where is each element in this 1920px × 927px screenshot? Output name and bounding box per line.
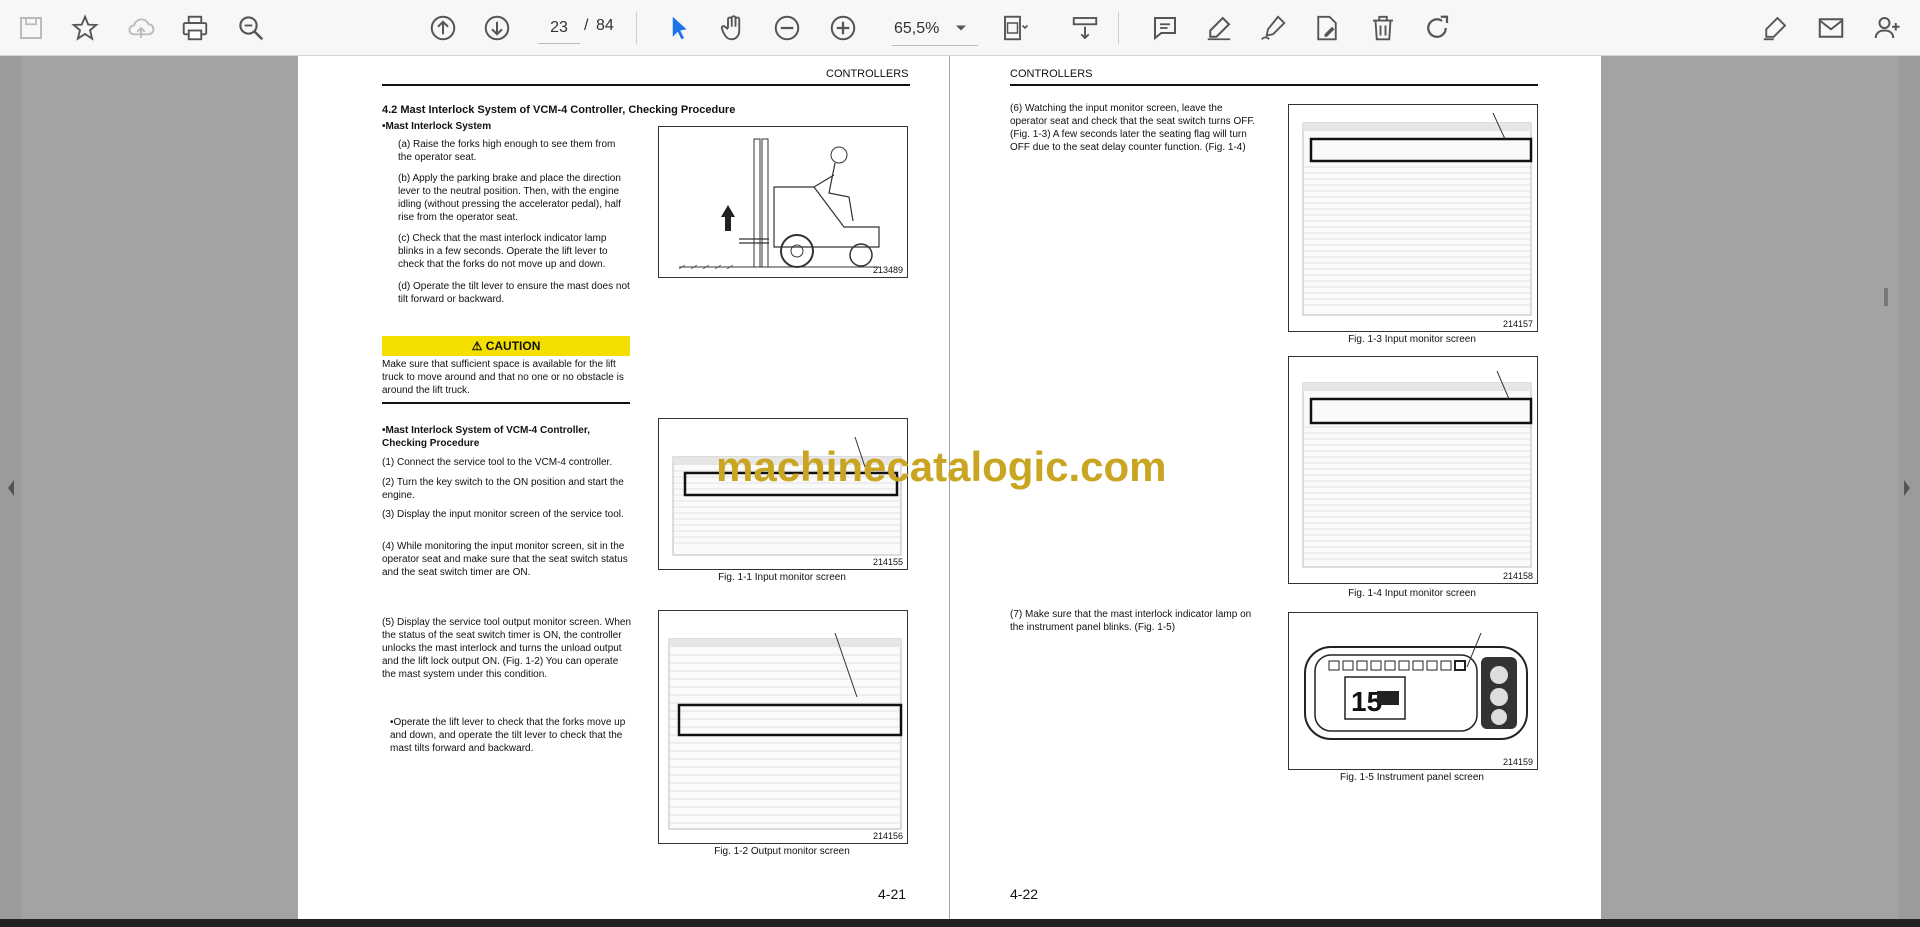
page-total: 84 [596, 17, 614, 34]
section-title: 4.2 Mast Interlock System of VCM-4 Contr… [382, 104, 736, 116]
trash-icon[interactable] [1364, 9, 1402, 47]
scrollbar-thumb[interactable] [1884, 288, 1888, 306]
caution-rule [382, 402, 630, 404]
taskbar-strip [0, 919, 1920, 927]
bookmark-star-icon[interactable] [66, 9, 104, 47]
figure-number: 214156 [872, 831, 903, 841]
caution-text: Make sure that sufficient space is avail… [382, 359, 624, 396]
page-number-input[interactable] [538, 13, 580, 44]
step-item: •Operate the lift lever to check that th… [390, 717, 626, 754]
cloud-upload-icon[interactable] [122, 9, 160, 47]
scroll-mode-icon[interactable] [1066, 9, 1104, 47]
hand-pan-icon[interactable] [714, 9, 752, 47]
save-icon[interactable] [12, 9, 50, 47]
page-header: CONTROLLERS [1010, 68, 1093, 80]
toolbar-divider [636, 12, 637, 44]
subhead2: •Mast Interlock System of VCM-4 Controll… [382, 425, 590, 449]
watermark-text: machinecatalogic.com [716, 443, 1167, 490]
caution-banner: ⚠ CAUTION [382, 336, 630, 356]
input-monitor-figure-3: 214157 [1288, 104, 1538, 332]
output-monitor-screenshot [668, 632, 903, 830]
step-item: (1) Connect the service tool to the VCM-… [382, 457, 613, 468]
step-item: (2) Turn the key switch to the ON positi… [382, 477, 624, 501]
next-page-side-arrow-icon[interactable] [1902, 478, 1912, 503]
figure-caption: Fig. 1-3 Input monitor screen [1348, 334, 1476, 345]
step-item: (5) Display the service tool output moni… [382, 617, 631, 680]
page-fit-icon[interactable] [996, 9, 1034, 47]
draw-freehand-icon[interactable] [1254, 9, 1292, 47]
prev-page-side-arrow-icon[interactable] [6, 478, 16, 503]
pdf-toolbar: / 84 [0, 0, 1920, 56]
instrument-panel-illustration: 15 [1304, 632, 1528, 740]
edit-document-icon[interactable] [1308, 9, 1346, 47]
list-item: (d) Operate the tilt lever to ensure the… [398, 281, 630, 305]
page-header: CONTROLLERS [826, 68, 909, 80]
figure-number: 214159 [1502, 757, 1533, 767]
list-item: (a) Raise the forks high enough to see t… [398, 139, 616, 163]
output-monitor-figure: 214156 [658, 610, 908, 844]
figure-number: 214158 [1502, 571, 1533, 581]
figure-caption: Fig. 1-2 Output monitor screen [714, 846, 850, 857]
forklift-figure: 213489 [658, 126, 908, 278]
list-item: (b) Apply the parking brake and place th… [398, 173, 621, 223]
input-monitor-screenshot [1302, 112, 1533, 316]
add-user-icon[interactable] [1868, 9, 1906, 47]
figure-caption: Fig. 1-4 Input monitor screen [1348, 588, 1476, 599]
step-item: (6) Watching the input monitor screen, l… [1010, 103, 1256, 153]
zoom-in-icon[interactable] [824, 9, 862, 47]
figure-caption: Fig. 1-1 Input monitor screen [718, 572, 846, 583]
forklift-illustration [678, 138, 880, 270]
input-monitor-screenshot [672, 436, 902, 556]
figure-number: 214157 [1502, 319, 1533, 329]
figure-caption: Fig. 1-5 Instrument panel screen [1340, 772, 1484, 783]
step-item: (3) Display the input monitor screen of … [382, 509, 624, 520]
select-cursor-icon[interactable] [660, 9, 698, 47]
caution-label: CAUTION [485, 339, 541, 353]
prev-page-icon[interactable] [424, 9, 462, 47]
list-item: (c) Check that the mast interlock indica… [398, 233, 608, 270]
sign-icon[interactable] [1756, 9, 1794, 47]
zoom-search-icon[interactable] [232, 9, 270, 47]
page-separator: / [584, 17, 589, 34]
step-item: (7) Make sure that the mast interlock in… [1010, 609, 1252, 633]
header-rule [1010, 84, 1538, 86]
redo-icon[interactable] [1418, 9, 1456, 47]
input-monitor-figure-4: 214158 [1288, 356, 1538, 584]
instrument-panel-figure: 15 214159 [1288, 612, 1538, 770]
figure-number: 213489 [872, 265, 903, 275]
input-monitor-screenshot [1302, 370, 1533, 568]
subhead: •Mast Interlock System [382, 121, 492, 132]
document-viewer[interactable]: CONTROLLERS 4.2 Mast Interlock System of… [22, 56, 1898, 919]
figure-number: 214155 [872, 557, 903, 567]
input-monitor-figure-1: 214155 [658, 418, 908, 570]
page-number: 4-21 [878, 886, 907, 902]
comment-icon[interactable] [1146, 9, 1184, 47]
next-page-icon[interactable] [478, 9, 516, 47]
highlight-pen-icon[interactable] [1200, 9, 1238, 47]
step-item: (4) While monitoring the input monitor s… [382, 541, 628, 578]
mail-icon[interactable] [1812, 9, 1850, 47]
toolbar-divider [1118, 12, 1119, 44]
zoom-out-icon[interactable] [768, 9, 806, 47]
print-icon[interactable] [176, 9, 214, 47]
warning-icon: ⚠ [471, 339, 486, 353]
zoom-dropdown-chevron-icon[interactable] [942, 9, 980, 47]
page-number: 4-22 [1010, 886, 1039, 902]
header-rule [382, 84, 910, 86]
